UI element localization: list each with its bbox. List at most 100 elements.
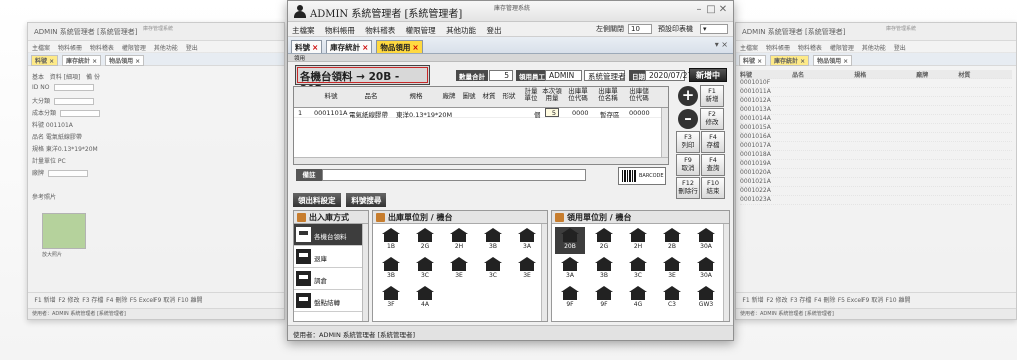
table-row[interactable]: 0001011A (740, 88, 1012, 97)
right-menu-item[interactable]: 其他功能 (862, 45, 886, 52)
machine-tile[interactable]: 3E (512, 256, 542, 283)
left-menu-item[interactable]: 登出 (186, 45, 198, 52)
left-menu-item[interactable]: 物料帳冊 (58, 45, 82, 52)
left-menu-item[interactable]: 其他功能 (154, 45, 178, 52)
right-col-header[interactable]: 規格 (854, 70, 914, 78)
tab-close-icon[interactable]: × (362, 43, 368, 52)
machine-tile[interactable]: 3F (376, 285, 406, 312)
cell-name[interactable]: 電氣紙線膠帶 (349, 109, 388, 119)
f12-delete-row-button[interactable]: F12 刪除行 (676, 177, 700, 199)
grid-col-loc-code[interactable]: 出庫儲位代碼 (627, 87, 651, 107)
machine-tile[interactable]: 3C (410, 256, 440, 283)
machine-tile[interactable]: 30A (691, 256, 721, 283)
table-row[interactable]: 0001019A (740, 160, 1012, 169)
left-field-input[interactable] (54, 98, 95, 105)
table-row[interactable]: 0001023A (740, 196, 1012, 205)
f4-query-button[interactable]: F4 查詢 (701, 154, 725, 176)
right-footer-button[interactable]: F9 取消 (862, 295, 884, 304)
grid-col-unit[interactable]: 計量單位 (522, 87, 540, 107)
left-subtab[interactable]: 備 份 (86, 74, 100, 81)
right-tab[interactable]: 料號 × (739, 55, 767, 66)
panel-scrollbar[interactable] (541, 224, 547, 321)
right-col-header[interactable]: 料號 (740, 70, 790, 78)
cell-loc-code[interactable]: 00000 (629, 109, 650, 117)
right-col-header[interactable]: 品名 (792, 70, 852, 78)
left-menu-item[interactable]: 主檔案 (32, 45, 50, 52)
table-row[interactable]: 0001010F (740, 79, 1012, 88)
right-menu-item[interactable]: 主檔案 (740, 45, 758, 52)
right-menu-item[interactable]: 登出 (894, 45, 906, 52)
right-footer-button[interactable]: F2 修改 (766, 295, 788, 304)
right-footer-button[interactable]: F5 Excel (838, 297, 863, 304)
cell-spec[interactable]: 東洋0.13*19*20M (396, 109, 452, 119)
remark-input[interactable] (322, 169, 586, 181)
machine-tile[interactable]: 3E (444, 256, 474, 283)
left-tab[interactable]: 料號 × (31, 55, 59, 66)
table-row[interactable]: 0001022A (740, 187, 1012, 196)
machine-tile[interactable]: 2H (623, 227, 653, 254)
machine-tile[interactable]: 3C (478, 256, 508, 283)
left-menu-item[interactable]: 權限管理 (122, 45, 146, 52)
machine-tile[interactable]: 3B (589, 256, 619, 283)
panel-scrollbar[interactable] (362, 224, 368, 321)
right-col-header[interactable]: 廠牌 (916, 70, 956, 78)
grid-col-name[interactable]: 品名 (356, 87, 386, 107)
f1-new-button[interactable]: F1 新增 (700, 85, 724, 107)
minus-icon[interactable]: – (678, 109, 698, 129)
grid-col-shape[interactable]: 形狀 (500, 87, 518, 107)
left-footer-button[interactable]: F1 新增 (34, 295, 56, 304)
machine-tile[interactable]: 3A (512, 227, 542, 254)
right-menu-item[interactable]: 權限管理 (830, 45, 854, 52)
right-menu-item[interactable]: 物料稽表 (798, 45, 822, 52)
machine-tile[interactable]: 9F (555, 285, 585, 312)
left-field-input[interactable] (48, 170, 89, 177)
machine-tile[interactable]: 20B (555, 227, 585, 254)
list-item[interactable]: 退庫 (294, 246, 368, 268)
minimize-icon[interactable]: – (693, 4, 705, 15)
list-item[interactable]: 各機台領料 (294, 224, 368, 246)
machine-tile[interactable]: 9F (589, 285, 619, 312)
left-field-input[interactable] (60, 110, 101, 117)
table-row[interactable]: 0001020A (740, 169, 1012, 178)
close-icon[interactable]: ✕ (717, 4, 729, 15)
machine-tile[interactable]: 3C (623, 256, 653, 283)
f10-exit-button[interactable]: F10 結束 (701, 177, 725, 199)
table-row[interactable]: 0001018A (740, 151, 1012, 160)
list-item[interactable]: 盤點結轉 (294, 290, 368, 312)
left-menu-item[interactable]: 物料稽表 (90, 45, 114, 52)
table-row[interactable]: 1 0001101A 電氣紙線膠帶 東洋0.13*19*20M 個 5 0000… (294, 108, 668, 119)
grid-vertical-scrollbar[interactable] (661, 108, 668, 157)
f9-cancel-button[interactable]: F9 取消 (676, 154, 700, 176)
left-footer-button[interactable]: F9 取消 (154, 295, 176, 304)
right-col-header[interactable]: 材質 (958, 70, 998, 78)
machine-tile[interactable]: 1B (376, 227, 406, 254)
requisition-setting-button[interactable]: 領出料設定 (293, 193, 341, 207)
f3-print-button[interactable]: F3 列印 (676, 131, 700, 153)
left-footer-button[interactable]: F4 刪除 (106, 295, 128, 304)
table-row[interactable]: 0001012A (740, 97, 1012, 106)
table-row[interactable]: 0001014A (740, 115, 1012, 124)
right-tab[interactable]: 庫存統計 × (770, 55, 810, 66)
left-tab[interactable]: 庫存統計 × (62, 55, 102, 66)
tab-close-icon[interactable]: × (412, 43, 418, 52)
left-footer-button[interactable]: F2 修改 (58, 295, 80, 304)
cell-unit[interactable]: 個 (534, 109, 541, 119)
grid-col-drawing[interactable]: 圖號 (460, 87, 478, 107)
tab-dropdown-icon[interactable]: ▾ × (715, 40, 728, 49)
menu-item-report[interactable]: 物料稽表 (365, 26, 395, 35)
tab-stock-stats[interactable]: 庫存統計 × (326, 40, 373, 53)
tab-close-icon[interactable]: × (312, 43, 318, 52)
list-item[interactable]: 調倉 (294, 268, 368, 290)
adding-status-button[interactable]: 新增中 (689, 68, 727, 82)
date-field[interactable]: 2020/07/27 (645, 70, 692, 81)
left-subtab[interactable]: 資料 [細項] (50, 74, 81, 81)
right-footer-button[interactable]: F3 存檔 (790, 295, 812, 304)
grid-horizontal-scrollbar[interactable] (294, 157, 668, 164)
menu-item-other[interactable]: 其他功能 (446, 26, 476, 35)
machine-tile[interactable]: 4G (623, 285, 653, 312)
left-photo-note[interactable]: 放大照片 (42, 251, 62, 258)
panel-scrollbar[interactable] (723, 224, 729, 321)
grid-col-brand[interactable]: 廠牌 (440, 87, 458, 107)
left-subtab[interactable]: 基本 (32, 74, 44, 81)
grid-col-qty[interactable]: 本次領用量 (542, 87, 562, 107)
